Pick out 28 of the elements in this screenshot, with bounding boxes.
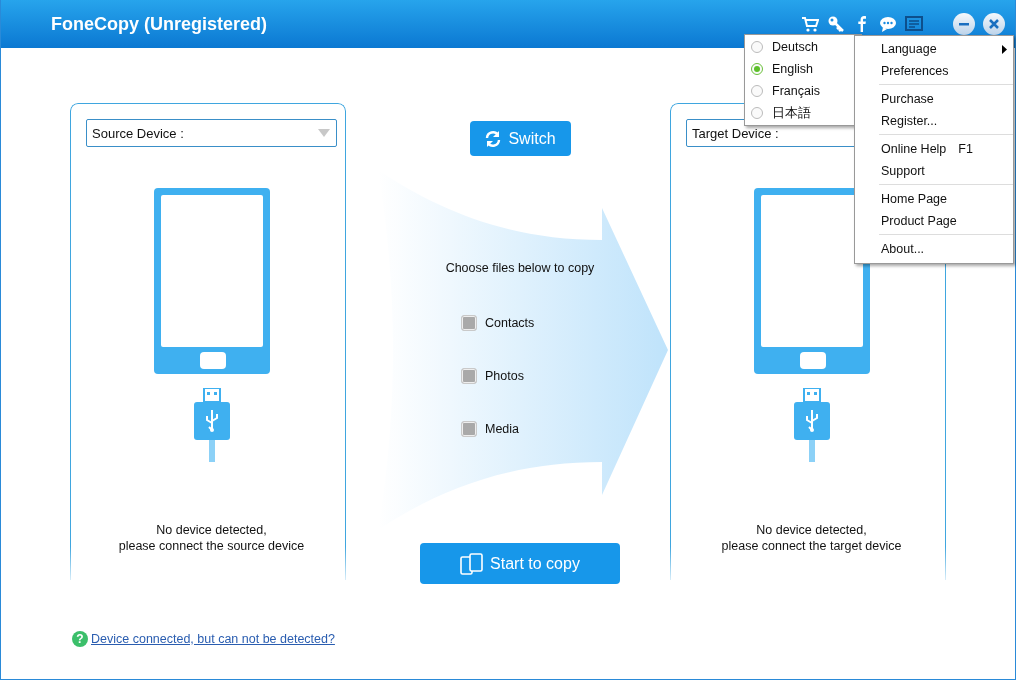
menu-item[interactable]: Support xyxy=(855,160,1013,182)
cart-icon[interactable] xyxy=(801,15,819,33)
chat-icon[interactable] xyxy=(879,15,897,33)
radio-button[interactable] xyxy=(751,107,763,119)
radio-button[interactable] xyxy=(751,41,763,53)
refresh-icon xyxy=(484,129,503,148)
radio-button[interactable] xyxy=(751,85,763,97)
device-dropdown[interactable]: Source Device : xyxy=(86,119,337,147)
menu-icon[interactable] xyxy=(905,15,923,33)
radio-button[interactable] xyxy=(751,63,763,75)
dropdown-arrow-icon xyxy=(318,129,330,137)
close-button[interactable] xyxy=(983,13,1005,35)
menu-item[interactable]: Language xyxy=(855,38,1013,60)
menu-item[interactable]: Home Page xyxy=(855,188,1013,210)
phones-icon xyxy=(460,552,485,575)
device-status-text: No device detected, please connect the target device xyxy=(721,522,902,554)
checkbox-label: Contacts xyxy=(485,316,535,330)
help-link[interactable]: Device connected, but can not be detected? xyxy=(91,632,335,646)
instruction-text: Choose files below to copy xyxy=(445,261,595,275)
checkbox-label: Media xyxy=(485,422,520,436)
minimize-button[interactable] xyxy=(953,13,975,35)
window-title: FoneCopy (Unregistered) xyxy=(51,13,269,35)
menu-item[interactable]: About... xyxy=(855,238,1013,260)
key-icon[interactable] xyxy=(827,15,845,33)
close-icon xyxy=(988,18,1000,30)
checkbox-label: Photos xyxy=(485,369,524,383)
device-status-text: No device detected, please connect the source device xyxy=(118,522,305,554)
menu-item[interactable]: Product Page xyxy=(855,210,1013,232)
